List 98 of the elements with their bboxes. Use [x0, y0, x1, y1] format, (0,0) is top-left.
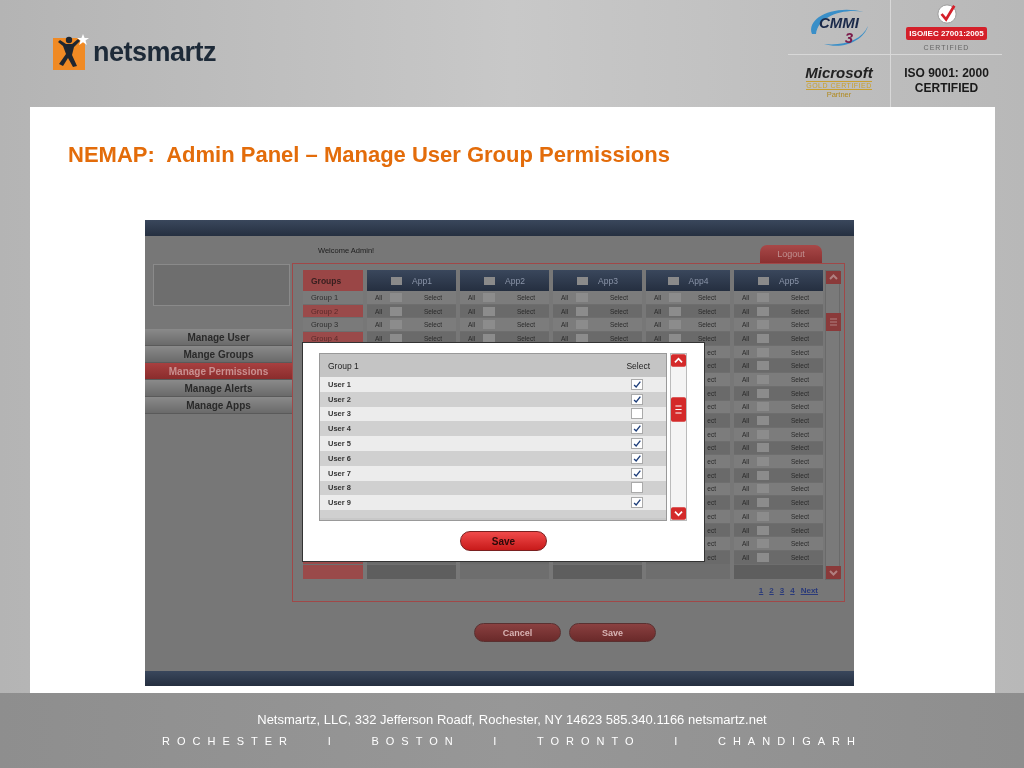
checkbox[interactable] — [631, 408, 643, 420]
checkbox[interactable] — [758, 276, 770, 285]
logo-icon — [53, 34, 89, 70]
microsoft-logo-text: Microsoft — [805, 63, 873, 81]
logout-tab[interactable]: Logout — [760, 245, 822, 263]
checkbox[interactable] — [757, 374, 770, 384]
city-label: TORONTO — [537, 735, 641, 747]
save-button[interactable]: Save — [460, 531, 547, 551]
checkbox[interactable] — [757, 416, 770, 426]
checkbox[interactable] — [631, 452, 643, 464]
page-link[interactable]: 2 — [769, 586, 774, 595]
checkbox[interactable] — [757, 457, 770, 467]
certified-caption: CERTIFIED — [914, 81, 979, 96]
checkbox[interactable] — [390, 320, 403, 330]
page-link[interactable]: 4 — [790, 586, 795, 595]
select-header: Select — [626, 360, 650, 371]
checkbox[interactable] — [669, 292, 682, 302]
iso-9001-text: ISO 9001: 2000 — [904, 66, 989, 81]
menu-item[interactable]: Manage User — [145, 329, 292, 346]
checkbox[interactable] — [757, 347, 770, 357]
menu-item[interactable]: Manage Permissions — [145, 363, 292, 380]
scroll-up-icon[interactable] — [826, 271, 841, 284]
checkbox[interactable] — [757, 402, 770, 412]
city-label: I — [327, 735, 338, 747]
checkbox[interactable] — [757, 429, 770, 439]
app-name: App4 — [688, 275, 709, 286]
checkbox[interactable] — [669, 320, 682, 330]
checkbox[interactable] — [631, 393, 643, 405]
menu-item[interactable]: Mange Groups — [145, 346, 292, 363]
checkbox[interactable] — [757, 443, 770, 453]
address-text: Netsmartz, LLC, 332 Jefferson Roadf, Rochester, NY 14623 585.340.1166 netsmartz.net — [257, 712, 767, 727]
group-title: Group 1 — [328, 360, 359, 371]
checkbox[interactable] — [576, 292, 589, 302]
checkbox[interactable] — [757, 525, 770, 535]
cmmi-level: 3 — [844, 31, 854, 45]
checkbox[interactable] — [757, 498, 770, 508]
checkbox[interactable] — [631, 438, 643, 450]
checkbox[interactable] — [390, 292, 403, 302]
cmmi-logo-text: CMMI — [819, 14, 859, 31]
scroll-thumb[interactable] — [826, 313, 841, 331]
city-label: ROCHESTER — [162, 735, 295, 747]
checkbox[interactable] — [483, 333, 496, 343]
checkbox[interactable] — [484, 276, 496, 285]
cancel-button[interactable]: Cancel — [474, 623, 561, 642]
app-name: App3 — [598, 275, 618, 286]
slide-title: NEMAP: Admin Panel – Manage User Group Permissions — [68, 142, 671, 168]
page-link[interactable]: 1 — [758, 586, 764, 595]
checkbox[interactable] — [391, 276, 403, 285]
city-label: I — [493, 735, 504, 747]
app-name: App1 — [412, 275, 432, 286]
app-name: App5 — [779, 275, 799, 286]
scroll-thumb[interactable] — [671, 396, 686, 423]
groups-header: Groups — [303, 270, 363, 291]
checkbox[interactable] — [390, 333, 403, 343]
iso-badge: ISO/IEC 27001:2005 — [906, 26, 987, 40]
checkbox[interactable] — [757, 320, 770, 330]
menu-item[interactable]: Manage Apps — [145, 397, 292, 414]
save-button[interactable]: Save — [569, 623, 656, 642]
checkbox[interactable] — [631, 467, 643, 479]
checkbox[interactable] — [631, 497, 643, 509]
checkbox[interactable] — [576, 306, 589, 316]
checkbox[interactable] — [757, 511, 770, 521]
checkbox[interactable] — [577, 276, 589, 285]
city-label: I — [674, 735, 685, 747]
checkbox[interactable] — [757, 552, 770, 562]
checkbox[interactable] — [667, 276, 679, 285]
checkbox[interactable] — [483, 292, 496, 302]
checkbox[interactable] — [669, 333, 682, 343]
checkbox[interactable] — [390, 306, 403, 316]
checkbox[interactable] — [757, 388, 770, 398]
app-name: App2 — [505, 275, 525, 286]
checkbox[interactable] — [757, 361, 770, 371]
page-link[interactable]: Next — [800, 586, 818, 595]
checkbox[interactable] — [757, 292, 770, 302]
checkbox[interactable] — [631, 423, 643, 435]
scrollbar[interactable] — [670, 353, 687, 521]
checkbox[interactable] — [669, 306, 682, 316]
checkbox[interactable] — [757, 333, 770, 343]
scroll-up-icon[interactable] — [671, 354, 686, 367]
checkbox[interactable] — [576, 320, 589, 330]
logo-wordmark: netsmartz — [93, 36, 217, 68]
checkbox[interactable] — [576, 333, 589, 343]
scroll-down-icon[interactable] — [671, 507, 686, 520]
checkbox[interactable] — [483, 320, 496, 330]
scroll-down-icon[interactable] — [826, 566, 841, 579]
page-link[interactable]: 3 — [779, 586, 785, 595]
checkbox[interactable] — [757, 539, 770, 549]
checkbox[interactable] — [757, 470, 770, 480]
checkbox[interactable] — [757, 306, 770, 316]
scrollbar[interactable] — [825, 270, 840, 580]
checkmark-icon — [936, 3, 957, 24]
checkbox[interactable] — [631, 378, 643, 390]
checkbox[interactable] — [757, 484, 770, 494]
checkbox[interactable] — [631, 482, 643, 494]
city-label: BOSTON — [371, 735, 460, 747]
checkbox[interactable] — [483, 306, 496, 316]
city-label: CHANDIGARH — [717, 735, 862, 747]
menu-item[interactable]: Manage Alerts — [145, 380, 292, 397]
